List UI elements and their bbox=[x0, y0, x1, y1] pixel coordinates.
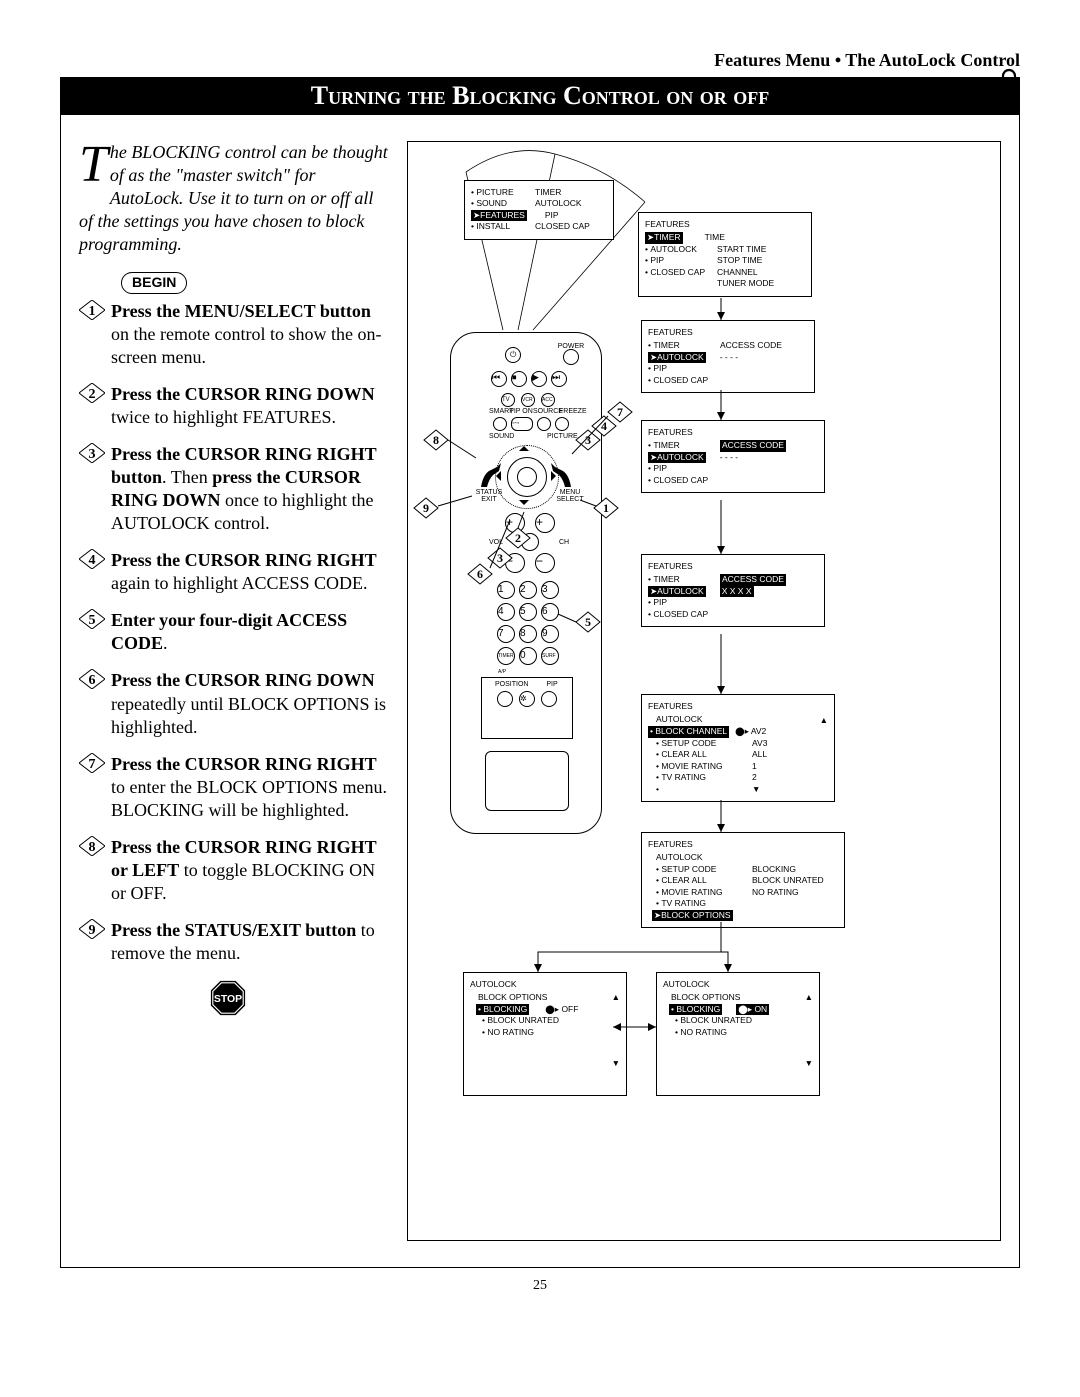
content-frame: The BLOCKING control can be thought of a… bbox=[60, 115, 1020, 1268]
svg-text:STOP: STOP bbox=[214, 994, 242, 1005]
svg-text:4: 4 bbox=[601, 419, 607, 433]
svg-text:5: 5 bbox=[585, 615, 591, 629]
step-3: 3Press the CURSOR RING RIGHT button. The… bbox=[79, 443, 389, 535]
callout-2: 2 bbox=[506, 528, 530, 548]
menu-screen-8a: AUTOLOCK BLOCK OPTIONS▲ BLOCKING⬤▸ OFF B… bbox=[463, 972, 627, 1096]
step-9: 9Press the STATUS/EXIT button to remove … bbox=[79, 919, 389, 965]
svg-text:7: 7 bbox=[617, 405, 623, 419]
step-7: 7Press the CURSOR RING RIGHT to enter th… bbox=[79, 753, 389, 822]
menu-screen-7: FEATURES AUTOLOCK SETUP CODEBLOCKING CLE… bbox=[641, 832, 845, 928]
svg-text:3: 3 bbox=[497, 551, 503, 565]
svg-text:1: 1 bbox=[89, 304, 96, 319]
menu-screen-5: FEATURES TIMERACCESS CODE ➤AUTOLOCKX X X… bbox=[641, 554, 825, 627]
callout-7: 7 bbox=[608, 402, 632, 422]
callout-9: 9 bbox=[414, 498, 438, 518]
step-6: 6Press the CURSOR RING DOWN repeatedly u… bbox=[79, 669, 389, 738]
header-breadcrumb: Features Menu • The AutoLock Control bbox=[60, 50, 1020, 71]
menu-screen-1: PICTURETIMER SOUNDAUTOLOCK ➤FEATURESPIP … bbox=[464, 180, 614, 240]
svg-text:8: 8 bbox=[433, 433, 439, 447]
svg-text:9: 9 bbox=[423, 501, 429, 515]
svg-text:6: 6 bbox=[89, 673, 96, 688]
callout-6: 6 bbox=[468, 564, 492, 584]
svg-text:8: 8 bbox=[89, 840, 96, 855]
callout-5: 5 bbox=[576, 612, 600, 632]
begin-badge: BEGIN bbox=[121, 272, 187, 294]
svg-text:7: 7 bbox=[89, 757, 96, 772]
intro-text: The BLOCKING control can be thought of a… bbox=[79, 141, 389, 256]
svg-text:4: 4 bbox=[89, 553, 96, 568]
svg-text:5: 5 bbox=[89, 613, 96, 628]
step-1: 1Press the MENU/SELECT button on the rem… bbox=[79, 300, 389, 369]
menu-screen-3: FEATURES TIMERACCESS CODE ➤AUTOLOCK- - -… bbox=[641, 320, 815, 393]
svg-text:2: 2 bbox=[89, 387, 96, 402]
svg-text:2: 2 bbox=[515, 531, 521, 545]
stop-badge-icon: STOP bbox=[209, 979, 247, 1017]
svg-text:1: 1 bbox=[603, 501, 609, 515]
page-number: 25 bbox=[60, 1278, 1020, 1294]
callout-8: 8 bbox=[424, 430, 448, 450]
step-2: 2Press the CURSOR RING DOWN twice to hig… bbox=[79, 383, 389, 429]
page-title: Turning the Blocking Control on or off bbox=[60, 77, 1020, 115]
svg-text:9: 9 bbox=[89, 923, 96, 938]
step-4: 4Press the CURSOR RING RIGHT again to hi… bbox=[79, 549, 389, 595]
menu-screen-6: FEATURES AUTOLOCK ▲ BLOCK CHANNEL⬤▸ AV2 … bbox=[641, 694, 835, 802]
diagram-panel: POWER ⏻ ⏮ ⏹ ▶ ⏭ TV VCR ACC SMART PIP ON … bbox=[407, 141, 1001, 1241]
menu-screen-4: FEATURES TIMERACCESS CODE ➤AUTOLOCK- - -… bbox=[641, 420, 825, 493]
step-5: 5Enter your four-digit ACCESS CODE. bbox=[79, 609, 389, 655]
svg-text:6: 6 bbox=[477, 567, 483, 581]
step-8: 8Press the CURSOR RING RIGHT or LEFT to … bbox=[79, 836, 389, 905]
callout-1: 1 bbox=[594, 498, 618, 518]
menu-screen-2: FEATURES ➤TIMERTIME AUTOLOCKSTART TIME P… bbox=[638, 212, 812, 297]
svg-text:3: 3 bbox=[89, 447, 96, 462]
menu-screen-8b: AUTOLOCK BLOCK OPTIONS▲ BLOCKING⬤▸ ON BL… bbox=[656, 972, 820, 1096]
